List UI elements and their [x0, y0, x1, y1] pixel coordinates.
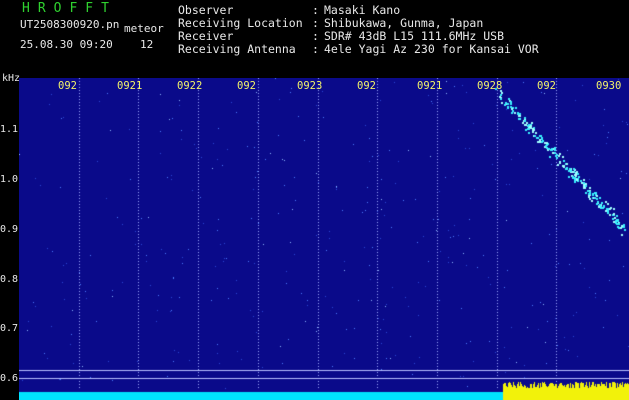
y-tick-label: 0.8 [0, 274, 19, 285]
header-panel: HROFFT UT2508300920.pn meteor 25.08.30 0… [0, 0, 629, 74]
y-tick-label: 0.6 [0, 373, 19, 384]
time-tick-label: 0922 [177, 80, 203, 92]
time-tick-label: 0930 [596, 80, 622, 92]
info-row-antenna: Receiving Antenna:4ele Yagi Az 230 for K… [178, 43, 539, 56]
y-axis-unit: kHz [2, 73, 21, 84]
time-tick-label: 092 [357, 80, 376, 92]
info-value: SDR# 43dB L15 111.6MHz USB [324, 29, 505, 43]
spectrogram-canvas [19, 78, 629, 400]
info-value: Masaki Kano [324, 3, 401, 17]
time-tick-label: 0921 [117, 80, 143, 92]
mode-label: meteor [124, 22, 164, 35]
y-tick-label: 1.0 [0, 174, 19, 185]
y-tick-label: 0.7 [0, 323, 19, 334]
time-tick-label: 092 [58, 80, 77, 92]
filename-label: UT2508300920.pn [20, 18, 120, 31]
time-tick-label: 0923 [297, 80, 323, 92]
datetime-label: 25.08.30 09:20 [20, 38, 113, 51]
time-tick-label: 0928 [477, 80, 503, 92]
y-tick-label: 1.1 [0, 124, 19, 135]
time-tick-label: 092 [237, 80, 256, 92]
y-tick-label: 0.9 [0, 224, 19, 235]
time-tick-label: 092 [537, 80, 556, 92]
info-value: Shibukawa, Gunma, Japan [324, 16, 484, 30]
time-tick-label: 0921 [417, 80, 443, 92]
app-title: HROFFT [22, 1, 117, 16]
info-sep: : [312, 42, 319, 56]
info-key: Receiving Antenna [178, 42, 296, 56]
info-value: 4ele Yagi Az 230 for Kansai VOR [324, 42, 539, 56]
count-label: 12 [140, 38, 154, 51]
